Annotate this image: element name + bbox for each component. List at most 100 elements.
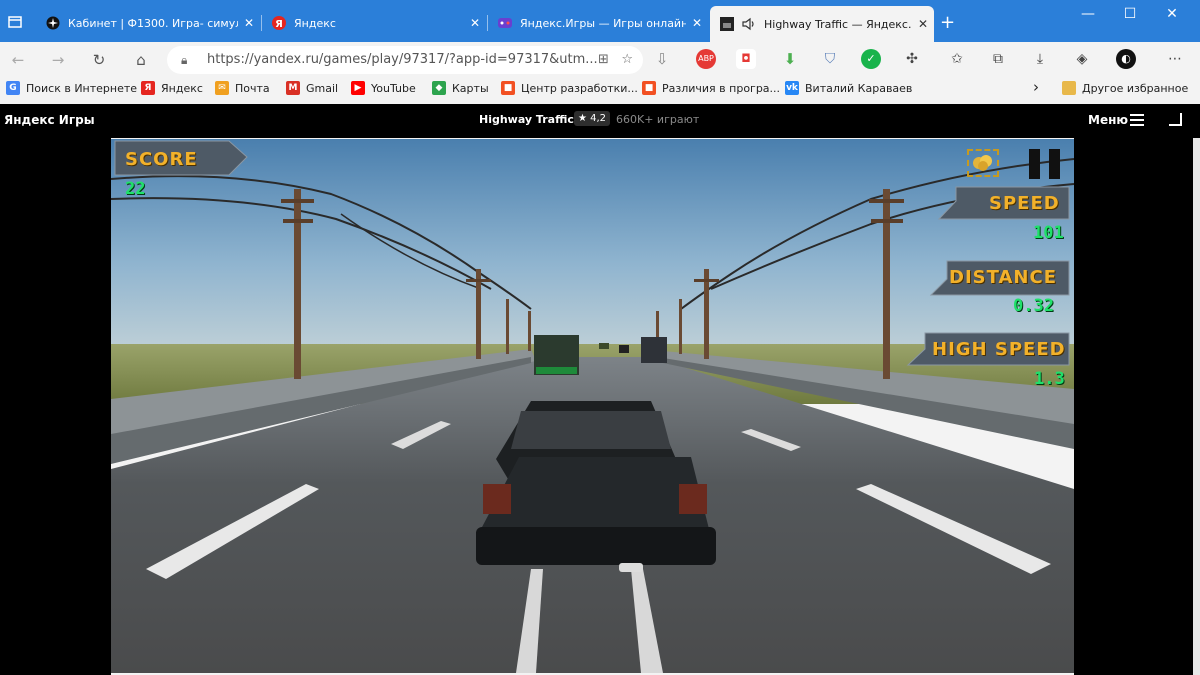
tab-kabinet[interactable]: Кабинет | Ф1300. Игра- симуля ✕: [36, 8, 260, 38]
score-label: SCORE: [125, 148, 198, 170]
forward-icon[interactable]: →: [47, 50, 69, 70]
svg-text:Я: Я: [275, 19, 283, 30]
collections-icon[interactable]: ⧉: [988, 49, 1008, 69]
office-icon[interactable]: ◘: [736, 49, 756, 69]
game-thumbnail-icon: [720, 17, 734, 31]
bookmark-favicon-icon: M: [286, 81, 300, 95]
other-favorites-label: Другое избранное: [1082, 81, 1189, 95]
performance-icon[interactable]: ◈: [1072, 49, 1092, 69]
close-tab-icon[interactable]: ✕: [912, 17, 934, 31]
tab-strip: Кабинет | Ф1300. Игра- симуля ✕ Я Яндекс…: [0, 0, 1200, 42]
more-menu-icon[interactable]: ⋯: [1165, 49, 1185, 69]
game-header: Яндекс Игры Highway Traffic ★ 4,2 660K+ …: [0, 104, 1200, 138]
high-speed-label: HIGH SPEED: [932, 338, 1066, 360]
bookmark-favicon-icon: ✉: [215, 81, 229, 95]
speaker-icon[interactable]: [742, 17, 756, 31]
profile-avatar[interactable]: ◐: [1116, 49, 1136, 69]
bookmark-item[interactable]: vk Виталий Караваев: [785, 81, 912, 95]
bookmark-favicon-icon: Я: [141, 81, 155, 95]
other-favorites-folder[interactable]: Другое избранное: [1062, 81, 1188, 95]
close-tab-icon[interactable]: ✕: [238, 16, 260, 30]
home-icon[interactable]: ⌂: [130, 50, 152, 70]
distance-value: 0.32: [1013, 296, 1054, 316]
bookmark-label: Карты: [452, 81, 489, 95]
tab-title: Highway Traffic — Яндекс.И: [764, 17, 912, 31]
tab-yandex[interactable]: Я Яндекс ✕: [262, 8, 486, 38]
yandex-icon: Я: [272, 16, 286, 30]
bookmarks-bar: G Поиск в Интернете Я Яндекс ✉ Почта M Gmail ▶ Yo…: [0, 78, 1200, 100]
tab-actions-icon[interactable]: [0, 10, 30, 34]
tab-title: Яндекс.Игры — Игры онлайн б: [520, 16, 686, 30]
close-tab-icon[interactable]: ✕: [464, 16, 486, 30]
download-manager-icon[interactable]: ⬇: [780, 49, 800, 69]
players-count: 660K+ играют: [616, 113, 700, 126]
downloads-icon[interactable]: ⤓: [1030, 49, 1050, 69]
bookmark-favicon-icon: ▶: [351, 81, 365, 95]
pause-bar-right: [1049, 149, 1060, 179]
bookmark-item[interactable]: ■ Различия в програ...: [642, 81, 780, 95]
bookmark-item[interactable]: G Поиск в Интернете: [6, 81, 137, 95]
bookmark-label: Gmail: [306, 81, 339, 95]
tab-highway-traffic[interactable]: Highway Traffic — Яндекс.И ✕: [710, 6, 934, 42]
bookmark-label: Различия в програ...: [662, 81, 781, 95]
extensions-icon[interactable]: ✣: [902, 49, 922, 69]
left-letterbox: [0, 138, 111, 675]
bookmark-label: Поиск в Интернете: [26, 81, 138, 95]
right-letterbox: [1074, 138, 1193, 675]
speed-value: 101: [1033, 223, 1064, 243]
bookmark-item[interactable]: ◆ Карты: [432, 81, 489, 95]
yandex-games-logo[interactable]: Яндекс Игры: [4, 113, 95, 127]
app-available-icon[interactable]: ⊞: [598, 52, 609, 67]
bookmarks-overflow-icon[interactable]: ›: [1033, 78, 1039, 96]
bookmark-favicon-icon: G: [6, 81, 20, 95]
add-favorite-icon[interactable]: ☆: [621, 52, 633, 67]
close-window-button[interactable]: ✕: [1152, 6, 1192, 22]
bookmark-favicon-icon: ■: [642, 81, 656, 95]
fullscreen-icon[interactable]: [1169, 113, 1182, 126]
address-bar[interactable]: 🔒︎ https://yandex.ru/games/play/97317/?a…: [167, 46, 643, 74]
bookmark-favicon-icon: vk: [785, 81, 799, 95]
favorites-icon[interactable]: ✩: [947, 49, 967, 69]
bookmark-item[interactable]: ✉ Почта: [215, 81, 270, 95]
new-tab-button[interactable]: +: [940, 12, 955, 33]
compass-icon: [46, 16, 60, 30]
tab-title: Кабинет | Ф1300. Игра- симуля: [68, 16, 238, 30]
bookmark-label: YouTube: [371, 81, 416, 95]
bookmark-item[interactable]: M Gmail: [286, 81, 338, 95]
speed-label: SPEED: [989, 192, 1060, 214]
game-title: Highway Traffic: [479, 113, 574, 126]
back-icon[interactable]: ←: [7, 50, 29, 70]
gamepad-icon: [498, 16, 512, 30]
rating-badge: ★ 4,2: [574, 111, 611, 126]
coins-icon[interactable]: [967, 149, 999, 177]
hamburger-icon[interactable]: [1130, 114, 1144, 129]
folder-icon: [1062, 81, 1076, 95]
bookmark-label: Виталий Караваев: [805, 81, 913, 95]
game-canvas[interactable]: SCORE 22 SPEED 101 DISTANCE 0.32 HIGH SP…: [111, 139, 1074, 673]
shield-icon[interactable]: ⛉: [820, 49, 840, 69]
adblock-icon[interactable]: ABP: [696, 49, 716, 69]
tab-yandex-games[interactable]: Яндекс.Игры — Игры онлайн б ✕: [488, 8, 708, 38]
check-icon[interactable]: ✓: [861, 49, 881, 69]
menu-button[interactable]: Меню: [1088, 113, 1128, 127]
bookmark-item[interactable]: ▶ YouTube: [351, 81, 416, 95]
bookmark-label: Яндекс: [161, 81, 203, 95]
navigation-bar: ← → ↻ ⌂ 🔒︎ https://yandex.ru/games/play/…: [0, 42, 1200, 78]
maximize-button[interactable]: ☐: [1110, 6, 1150, 22]
reload-icon[interactable]: ↻: [88, 50, 110, 70]
bookmark-item[interactable]: ■ Центр разработки...: [501, 81, 638, 95]
download-extension-icon[interactable]: ⇩: [652, 49, 672, 69]
pause-bar-left: [1029, 149, 1040, 179]
minimize-button[interactable]: —: [1068, 6, 1108, 22]
bookmark-label: Почта: [235, 81, 270, 95]
pause-button[interactable]: [1029, 149, 1061, 179]
lock-icon[interactable]: 🔒︎: [181, 46, 187, 74]
score-value: 22: [125, 179, 146, 199]
close-tab-icon[interactable]: ✕: [686, 16, 708, 30]
url-text[interactable]: https://yandex.ru/games/play/97317/?app-…: [207, 52, 598, 67]
distance-label: DISTANCE: [949, 266, 1057, 288]
bookmark-favicon-icon: ■: [501, 81, 515, 95]
bookmark-favicon-icon: ◆: [432, 81, 446, 95]
page-scrollbar[interactable]: [1193, 138, 1200, 675]
bookmark-item[interactable]: Я Яндекс: [141, 81, 203, 95]
